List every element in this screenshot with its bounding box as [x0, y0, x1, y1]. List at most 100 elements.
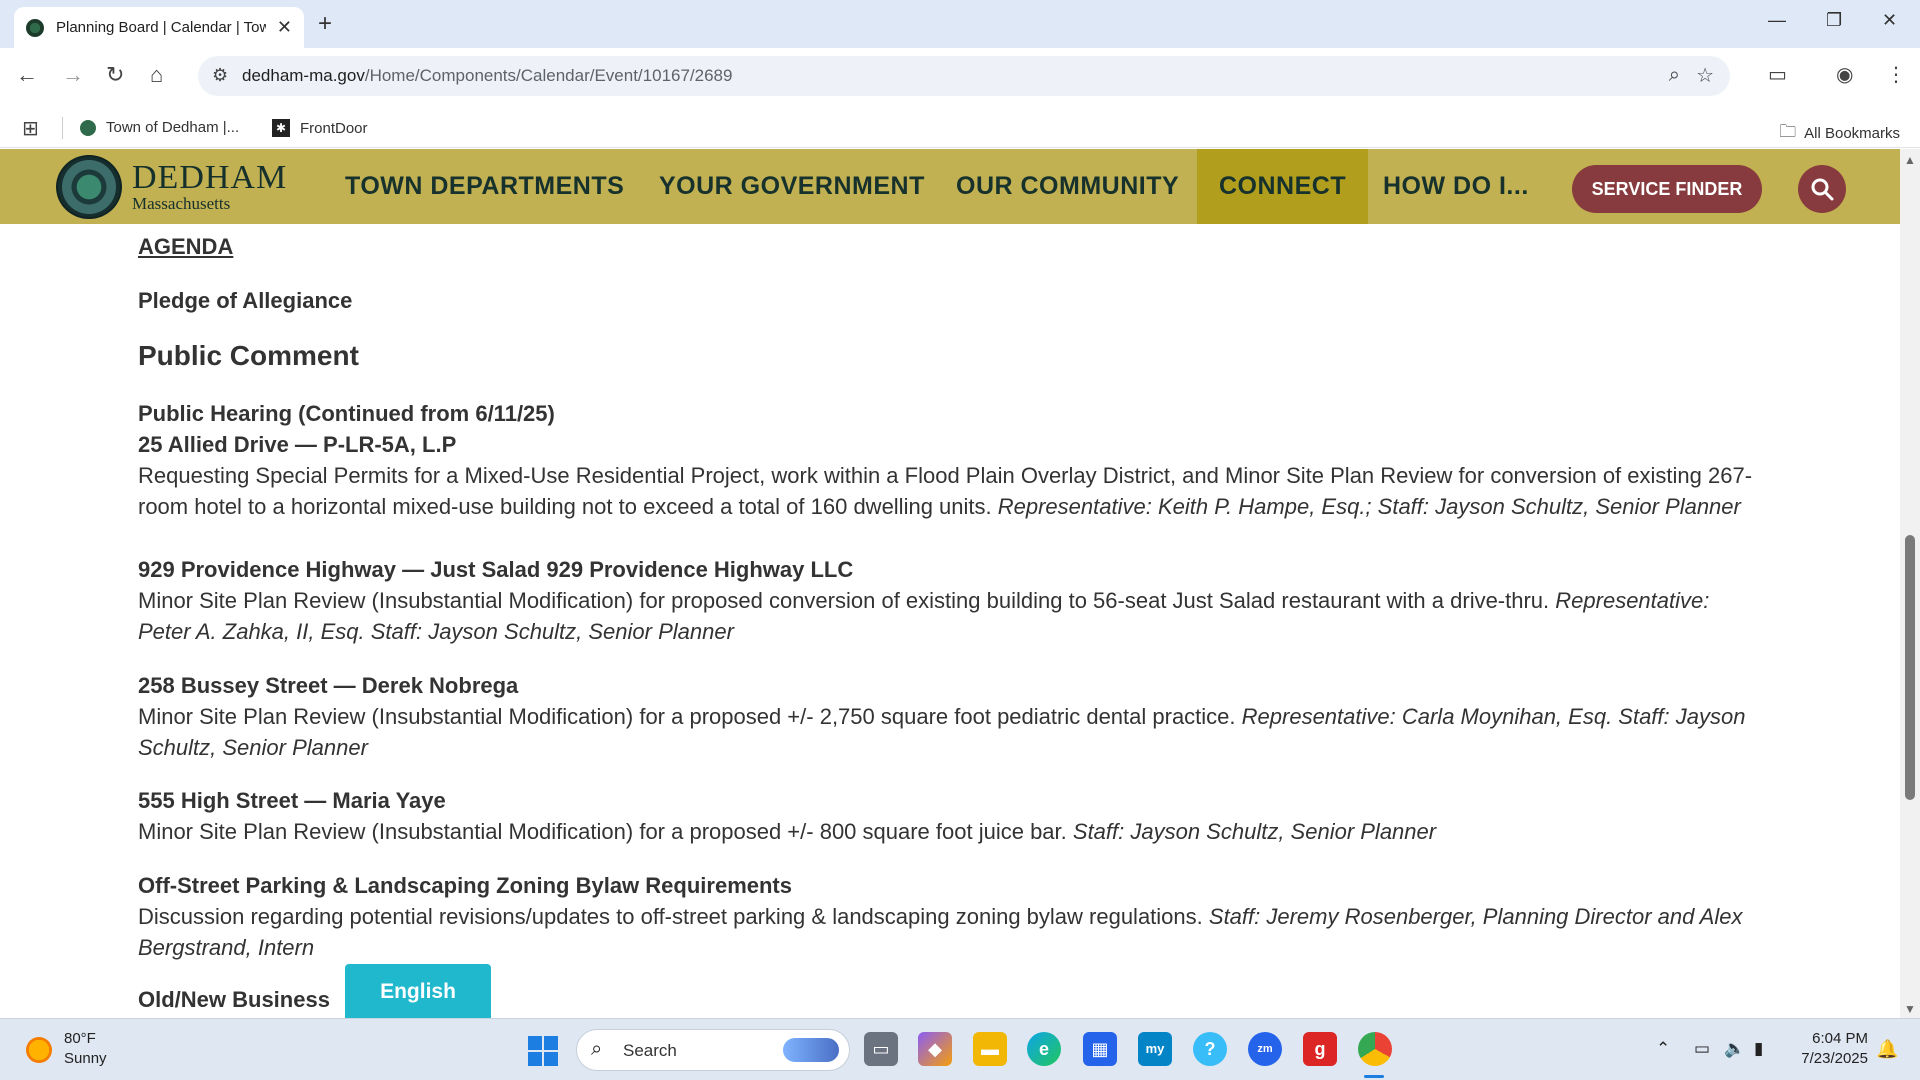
site-logo-text[interactable]: DEDHAM Massachusetts: [132, 159, 288, 213]
apps-grid-icon[interactable]: ⊞: [22, 116, 39, 141]
nav-your-government[interactable]: YOUR GOVERNMENT: [659, 149, 925, 224]
system-clock[interactable]: 6:04 PM 7/23/2025: [1788, 1029, 1868, 1069]
close-icon[interactable]: ✕: [277, 17, 292, 38]
chevron-up-icon[interactable]: ⌃: [1656, 1039, 1670, 1059]
nav-our-community[interactable]: OUR COMMUNITY: [956, 149, 1179, 224]
nav-connect[interactable]: CONNECT: [1197, 149, 1369, 224]
bookmark-town-of-dedham[interactable]: Town of Dedham |...: [80, 119, 239, 136]
url-text[interactable]: dedham-ma.gov/Home/Components/Calendar/E…: [242, 66, 732, 86]
mylife-icon[interactable]: my: [1138, 1032, 1172, 1066]
agenda-item-heading: Public Hearing (Continued from 6/11/25): [138, 401, 555, 426]
bookmark-frontdoor[interactable]: ✱ FrontDoor: [272, 119, 368, 137]
copilot-icon[interactable]: ◆: [918, 1032, 952, 1066]
scrollbar-thumb[interactable]: [1905, 535, 1915, 800]
agenda-item-text: Minor Site Plan Review (Insubstantial Mo…: [138, 704, 1242, 729]
clock-date: 7/23/2025: [1801, 1050, 1868, 1067]
url-host: dedham-ma.gov: [242, 66, 365, 85]
agenda-item-heading: 258 Bussey Street — Derek Nobrega: [138, 673, 519, 698]
reload-icon[interactable]: ↻: [106, 62, 124, 88]
back-icon[interactable]: ←: [16, 62, 38, 88]
zoom-icon[interactable]: ⌕: [1669, 64, 1680, 87]
agenda-heading: AGENDA: [138, 234, 234, 259]
dedham-bookmark-icon: [80, 119, 96, 136]
volume-icon[interactable]: 🔈: [1724, 1039, 1745, 1059]
weather-widget[interactable]: 80°F Sunny: [64, 1029, 107, 1069]
agenda-item-text: Minor Site Plan Review (Insubstantial Mo…: [138, 588, 1556, 613]
agenda-item-staff: Staff: Jayson Schultz, Senior Planner: [1072, 819, 1437, 844]
task-view-icon[interactable]: ▭: [864, 1032, 898, 1066]
store-icon[interactable]: ▦: [1083, 1032, 1117, 1066]
town-seal-logo[interactable]: [56, 155, 122, 219]
public-comment-heading: Public Comment: [138, 340, 359, 371]
site-search-button[interactable]: [1798, 165, 1846, 213]
nav-how-do-i[interactable]: HOW DO I...: [1383, 149, 1529, 224]
bookmarks-divider: [62, 117, 63, 139]
all-bookmarks-label: All Bookmarks: [1804, 125, 1900, 142]
chrome-icon[interactable]: [1358, 1032, 1392, 1066]
site-settings-icon[interactable]: ⚙: [212, 65, 228, 86]
agenda-item-text: Discussion regarding potential revisions…: [138, 904, 1209, 929]
all-bookmarks[interactable]: 🗀 All Bookmarks: [1779, 119, 1900, 148]
edge-icon[interactable]: e: [1027, 1032, 1061, 1066]
nav-town-departments[interactable]: TOWN DEPARTMENTS: [345, 149, 624, 224]
service-finder-button[interactable]: SERVICE FINDER: [1572, 165, 1762, 213]
battery-icon[interactable]: ▮: [1754, 1039, 1763, 1059]
start-icon[interactable]: [528, 1036, 558, 1066]
url-input[interactable]: ⚙ dedham-ma.gov/Home/Components/Calendar…: [198, 56, 1730, 96]
scroll-up-icon[interactable]: ▲: [1904, 153, 1916, 167]
tab-title: Planning Board | Calendar | Town of Dedh…: [56, 19, 266, 36]
greenshot-icon[interactable]: g: [1303, 1032, 1337, 1066]
agenda-item-heading: 555 High Street — Maria Yaye: [138, 788, 446, 813]
notification-bell-icon[interactable]: 🔔: [1876, 1039, 1898, 1060]
browser-tab-bar: Planning Board | Calendar | Town of Dedh…: [0, 0, 1920, 48]
search-highlight-icon: [783, 1038, 839, 1062]
agenda-item-staff: Representative: Keith P. Hampe, Esq.; St…: [997, 494, 1741, 519]
file-explorer-icon[interactable]: ▬: [973, 1032, 1007, 1066]
clock-time: 6:04 PM: [1812, 1030, 1868, 1047]
pledge-heading: Pledge of Allegiance: [138, 288, 353, 313]
language-english-button[interactable]: English: [345, 964, 491, 1020]
browser-tab[interactable]: Planning Board | Calendar | Town of Dedh…: [14, 7, 304, 48]
bookmarks-bar: ⊞ Town of Dedham |... ✱ FrontDoor 🗀 All …: [0, 108, 1920, 148]
profile-icon[interactable]: ◉: [1836, 62, 1853, 87]
agenda-item-text: Minor Site Plan Review (Insubstantial Mo…: [138, 819, 1073, 844]
minimize-icon[interactable]: —: [1768, 10, 1786, 31]
taskbar-search-placeholder: Search: [623, 1041, 677, 1060]
bookmark-label: Town of Dedham |...: [106, 119, 240, 136]
agenda-item-heading: 929 Providence Highway — Just Salad 929 …: [138, 557, 854, 582]
temperature: 80°F: [64, 1030, 96, 1047]
new-tab-icon[interactable]: +: [318, 10, 332, 38]
window-close-icon[interactable]: ✕: [1882, 10, 1897, 31]
site-header: DEDHAM Massachusetts TOWN DEPARTMENTS YO…: [0, 149, 1900, 224]
search-icon: ⌕: [591, 1038, 603, 1060]
address-bar-row: ← → ↻ ⌂ ⚙ dedham-ma.gov/Home/Components/…: [0, 48, 1920, 108]
logo-subtitle: Massachusetts: [132, 194, 231, 213]
home-icon[interactable]: ⌂: [150, 62, 163, 88]
agenda-item-subheading: 25 Allied Drive — P-LR-5A, L.P: [138, 432, 457, 457]
frontdoor-icon: ✱: [272, 119, 290, 137]
restore-icon[interactable]: ❐: [1826, 10, 1842, 31]
bookmark-star-icon[interactable]: ☆: [1696, 63, 1714, 88]
agenda-item: Off-Street Parking & Landscaping Zoning …: [138, 870, 1758, 963]
agenda-item: 555 High Street — Maria Yaye Minor Site …: [138, 785, 1758, 847]
agenda-item: 929 Providence Highway — Just Salad 929 …: [138, 554, 1758, 647]
zoom-app-icon[interactable]: zm: [1248, 1032, 1282, 1066]
url-path: /Home/Components/Calendar/Event/10167/26…: [364, 66, 733, 85]
cast-icon[interactable]: ▭: [1768, 62, 1787, 87]
agenda-item-heading: Off-Street Parking & Landscaping Zoning …: [138, 873, 792, 898]
network-icon[interactable]: ▭: [1694, 1039, 1710, 1059]
scroll-down-icon[interactable]: ▼: [1904, 1002, 1916, 1016]
search-icon: [1811, 178, 1834, 201]
page-scrollbar[interactable]: ▲ ▼: [1900, 149, 1920, 1018]
dedham-favicon-icon: [26, 18, 44, 37]
help-icon[interactable]: ?: [1193, 1032, 1227, 1066]
forward-icon[interactable]: →: [62, 62, 84, 88]
taskbar-search-input[interactable]: ⌕ Search: [576, 1029, 850, 1071]
sun-icon[interactable]: [26, 1037, 52, 1063]
logo-title: DEDHAM: [132, 159, 288, 196]
windows-taskbar: 80°F Sunny ⌕ Search ▭ ◆ ▬ e ▦ my ? zm g …: [0, 1018, 1920, 1080]
weather-condition: Sunny: [64, 1050, 107, 1067]
menu-icon[interactable]: ⋮: [1886, 62, 1906, 87]
folder-icon: 🗀: [1779, 122, 1797, 141]
agenda-item: Public Hearing (Continued from 6/11/25) …: [138, 398, 1758, 522]
